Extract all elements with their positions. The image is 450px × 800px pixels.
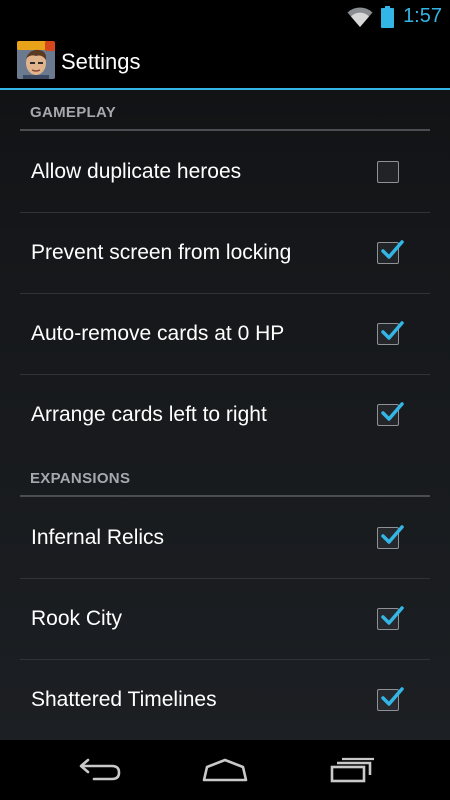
recent-apps-icon xyxy=(330,757,374,783)
pref-allow-duplicate-heroes[interactable]: Allow duplicate heroes xyxy=(20,132,430,213)
settings-screen: 1:57 Settings GAMEPLAY Allow duplicate h… xyxy=(0,0,450,800)
pref-arrange-cards[interactable]: Arrange cards left to right xyxy=(20,375,430,456)
back-button[interactable] xyxy=(70,750,130,790)
pref-prevent-screen-locking[interactable]: Prevent screen from locking xyxy=(20,213,430,294)
section-header-label: EXPANSIONS xyxy=(30,470,131,487)
section-header-label: GAMEPLAY xyxy=(30,104,117,121)
checkbox[interactable] xyxy=(377,525,404,549)
pref-label: Auto-remove cards at 0 HP xyxy=(31,322,285,345)
checkbox[interactable] xyxy=(377,606,404,630)
pref-label: Rook City xyxy=(31,607,123,630)
pref-label: Infernal Relics xyxy=(31,526,165,549)
home-icon xyxy=(202,758,248,782)
action-bar: Settings xyxy=(0,33,450,90)
pref-label: Arrange cards left to right xyxy=(31,403,267,426)
page-title: Settings xyxy=(61,49,141,74)
check-icon xyxy=(381,687,404,706)
check-icon xyxy=(381,321,404,340)
wifi-icon xyxy=(347,6,373,27)
checkbox[interactable] xyxy=(377,321,404,345)
recent-apps-button[interactable] xyxy=(322,750,382,790)
pref-shattered-timelines[interactable]: Shattered Timelines xyxy=(20,660,430,741)
pref-rook-city[interactable]: Rook City xyxy=(20,579,430,660)
pref-auto-remove-cards[interactable]: Auto-remove cards at 0 HP xyxy=(20,294,430,375)
status-bar: 1:57 xyxy=(0,0,450,33)
pref-infernal-relics[interactable]: Infernal Relics xyxy=(20,498,430,579)
section-header-expansions: EXPANSIONS xyxy=(20,456,430,497)
checkbox[interactable] xyxy=(377,402,404,426)
check-icon xyxy=(381,240,404,259)
checkbox[interactable] xyxy=(377,687,404,711)
section-header-gameplay: GAMEPLAY xyxy=(20,90,430,131)
check-icon xyxy=(381,606,404,625)
checkbox[interactable] xyxy=(377,161,399,183)
battery-icon xyxy=(381,5,395,28)
status-icons: 1:57 xyxy=(347,0,442,33)
check-icon xyxy=(381,402,404,421)
pref-label: Prevent screen from locking xyxy=(31,241,292,264)
checkbox[interactable] xyxy=(377,240,404,264)
pref-label: Allow duplicate heroes xyxy=(31,160,242,183)
check-icon xyxy=(381,525,404,544)
back-icon xyxy=(79,758,121,781)
app-icon[interactable] xyxy=(17,41,55,79)
status-clock: 1:57 xyxy=(403,5,442,27)
home-button[interactable] xyxy=(195,750,255,790)
pref-label: Shattered Timelines xyxy=(31,688,217,711)
navigation-bar xyxy=(0,740,450,800)
